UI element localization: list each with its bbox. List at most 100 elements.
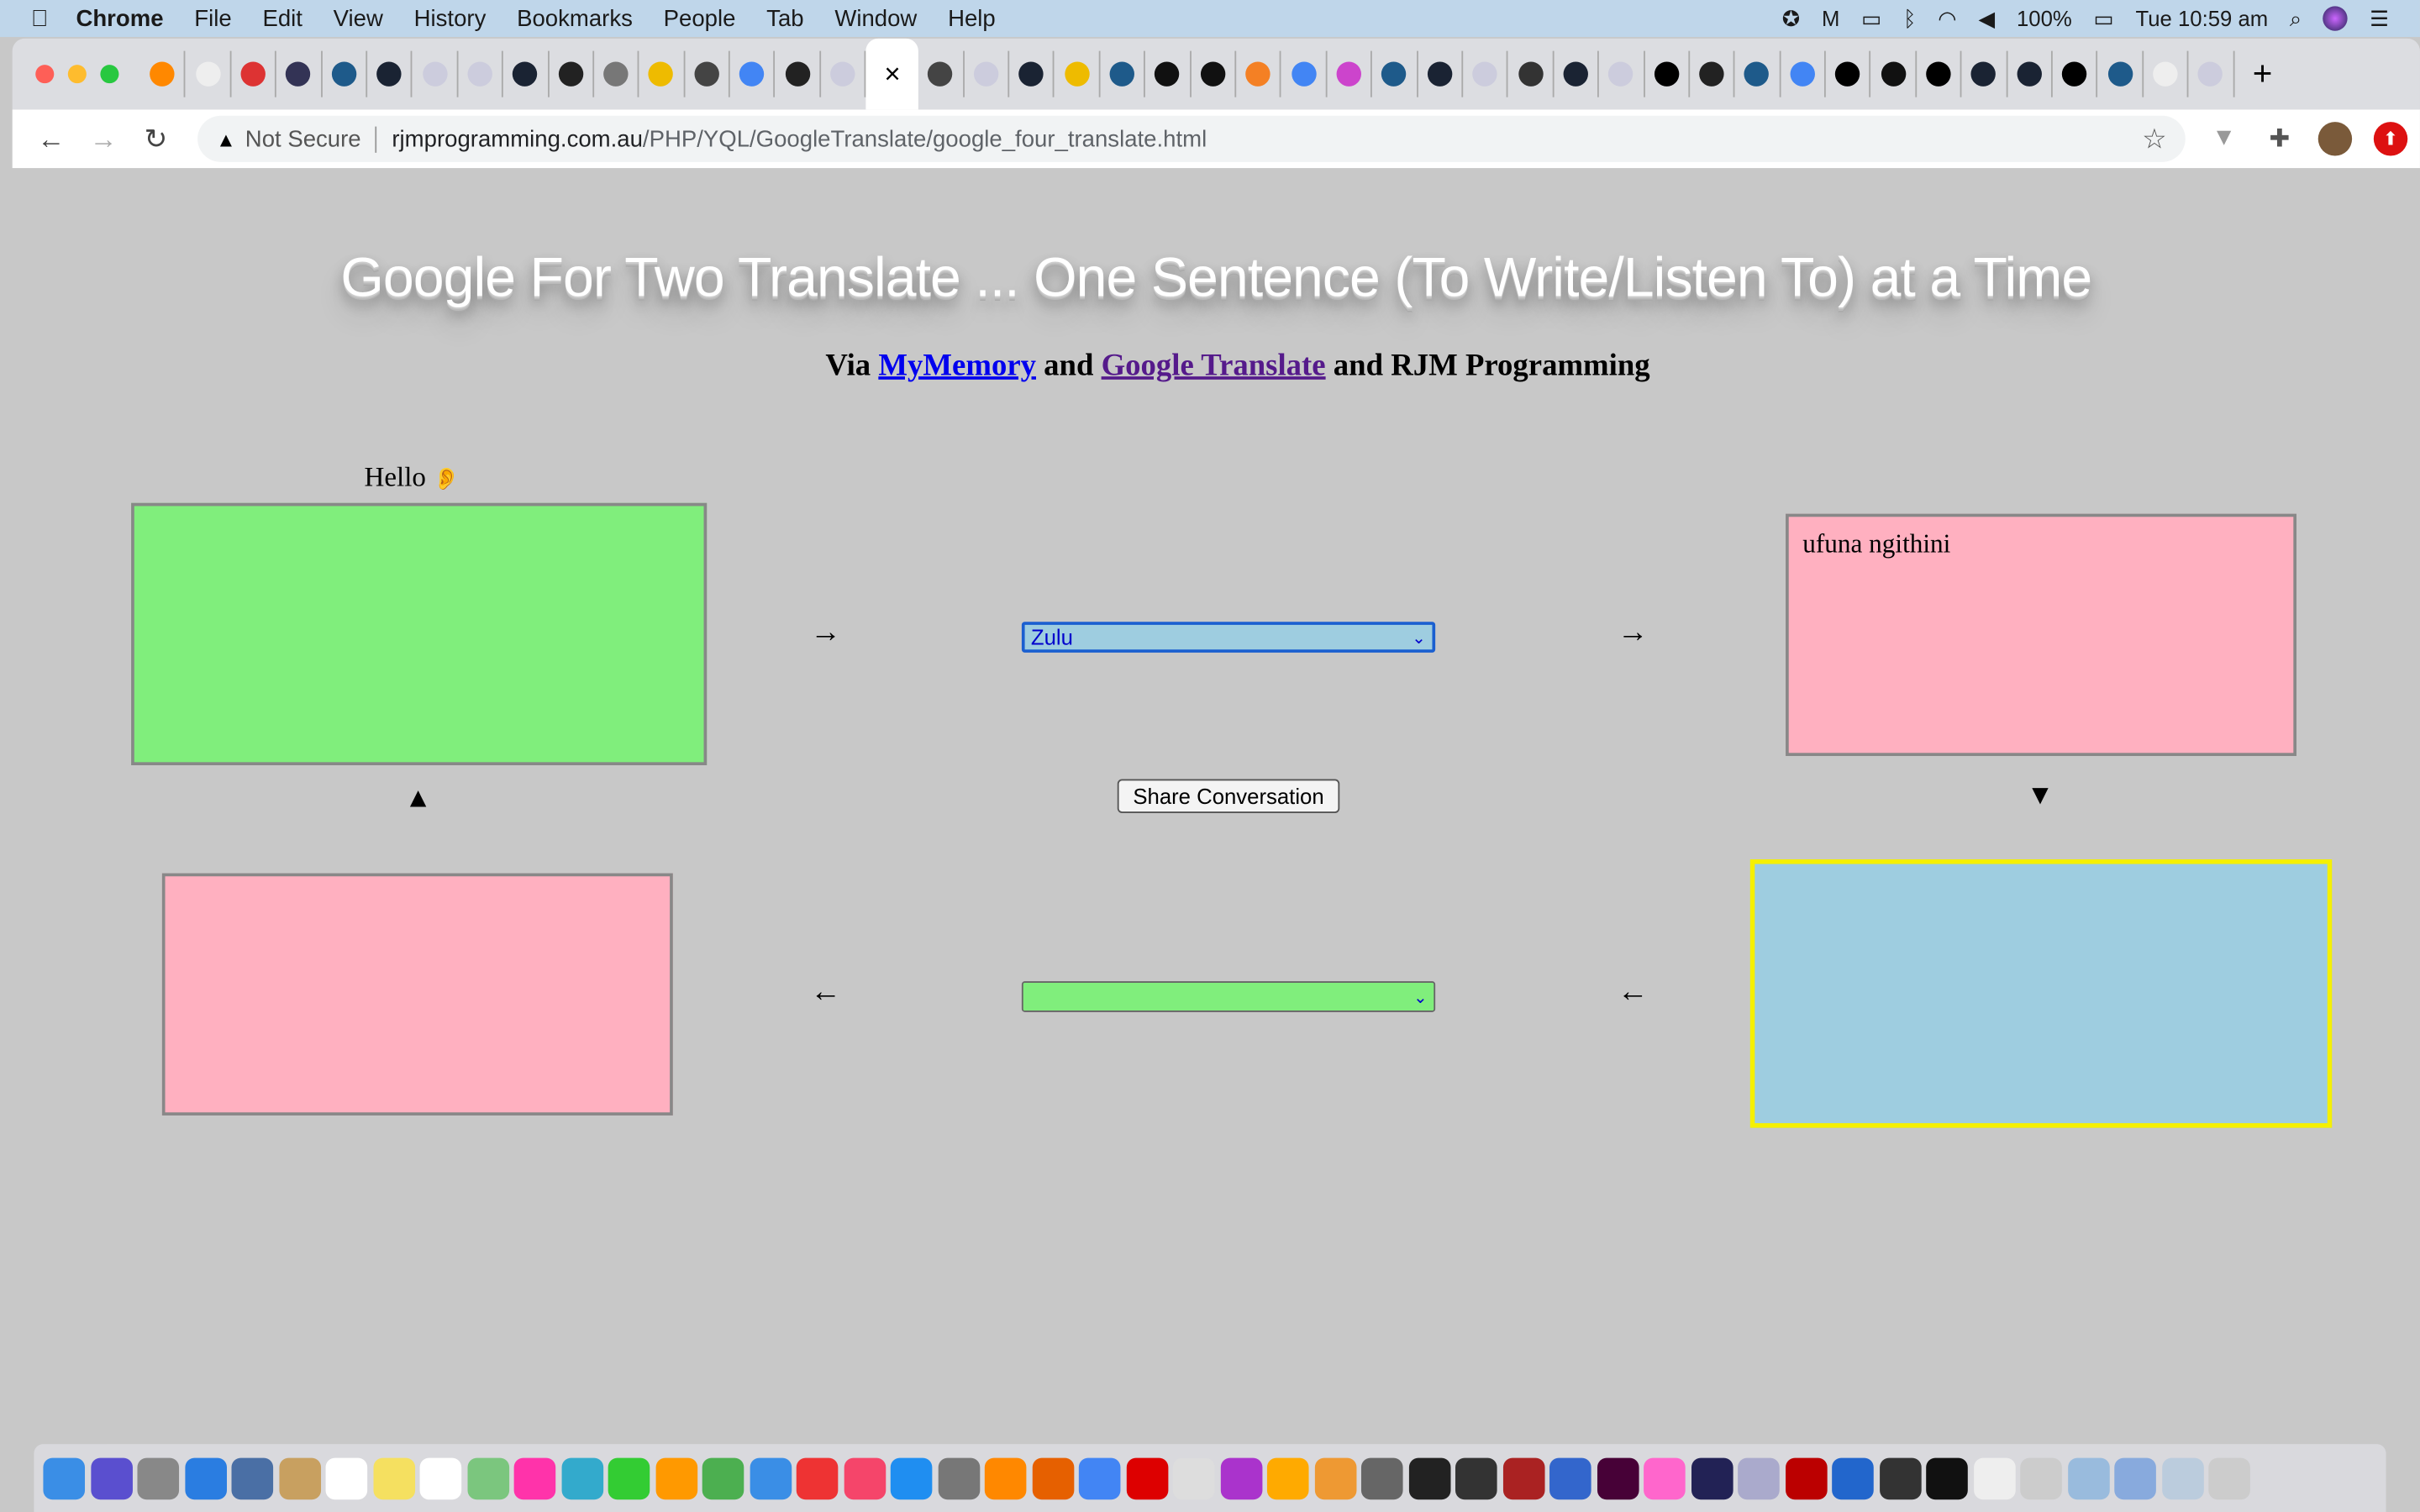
tab-chart-icon[interactable] [413,50,459,97]
menu-tab[interactable]: Tab [766,5,803,31]
close-window-button[interactable] [35,65,55,84]
dock-keynote-icon[interactable] [749,1457,792,1499]
dock-trash-icon[interactable] [2208,1457,2250,1499]
input-textarea-top-left[interactable] [131,502,708,766]
zoom-window-button[interactable] [100,65,119,84]
profile-avatar[interactable] [2317,122,2353,156]
language-select-bottom[interactable]: ⌄ [1021,981,1436,1012]
dock-filezilla-like-icon[interactable] [1266,1457,1309,1499]
dock-phpstorm-icon[interactable] [1219,1457,1262,1499]
dock-music-icon[interactable] [843,1457,886,1499]
tab-s-icon[interactable] [1145,50,1192,97]
tab-chart-icon[interactable] [1599,50,1645,97]
tab-google-icon[interactable] [1781,50,1826,97]
menu-window[interactable]: Window [834,5,917,31]
address-bar[interactable]: ▲ Not Secure rjmprogramming.com.au/PHP/Y… [197,115,2186,162]
dock-calendar-icon[interactable] [325,1457,368,1499]
tab-amazon-icon[interactable] [503,50,549,97]
tab-s-icon[interactable] [1871,50,1917,97]
tab-abc-icon[interactable] [2053,50,2098,97]
back-button[interactable]: ← [24,123,76,155]
tab-chart-icon[interactable] [458,50,503,97]
tab-braces-icon[interactable] [549,50,594,97]
avast-icon[interactable]: ✪ [1782,5,1801,31]
apple-icon[interactable]:  [31,5,49,31]
vue-extension-icon[interactable]: ▼ [2207,122,2240,155]
dock-safari-icon[interactable] [184,1457,227,1499]
tab-blue-dot-icon[interactable] [1100,50,1146,97]
menu-bookmarks[interactable]: Bookmarks [517,5,633,31]
dock-photos-icon[interactable] [513,1457,556,1499]
warning-icon[interactable]: ▲ [216,128,236,151]
tab-s-icon[interactable] [1191,50,1237,97]
tab-blue-dot-icon[interactable] [1735,50,1781,97]
tab-braces-icon[interactable] [1690,50,1735,97]
dock-opera-icon[interactable] [1125,1457,1168,1499]
tab-cp-icon[interactable] [140,50,187,97]
dock-terminal-icon[interactable] [1407,1457,1450,1499]
dock-app-icon[interactable] [2020,1457,2062,1499]
dock-appstore-icon[interactable] [890,1457,933,1499]
tab-translate-icon[interactable] [1281,50,1328,97]
dock-downloads-icon[interactable] [2114,1457,2156,1499]
airplay-icon[interactable]: ▭ [1861,5,1881,31]
clock[interactable]: Tue 10:59 am [2135,6,2268,30]
translation-textarea-top-right[interactable]: ufuna ngithini [1786,513,2297,756]
dock-facetime-icon[interactable] [608,1457,650,1499]
tab-blue-dot-icon[interactable] [2098,50,2144,97]
forward-button[interactable]: → [77,123,129,155]
dock-maps-icon[interactable] [466,1457,509,1499]
menu-edit[interactable]: Edit [262,5,302,31]
language-select-top[interactable]: Zulu ⌄ [1021,622,1436,653]
menu-file[interactable]: File [194,5,231,31]
dock-stickies-icon[interactable] [372,1457,415,1499]
tab-amazon-icon[interactable] [1418,50,1464,97]
dock-filezilla-icon[interactable] [1785,1457,1827,1499]
dock-f-icon[interactable] [1879,1457,1921,1499]
dock-app-icon[interactable] [1502,1457,1544,1499]
google-translate-link[interactable]: Google Translate [1102,349,1326,382]
tab-chart-icon[interactable] [821,50,866,97]
tab-w-icon[interactable] [276,50,323,97]
dock-terminal2-icon[interactable] [1926,1457,1968,1499]
tab-chart-icon[interactable] [2189,50,2234,97]
tab-globe-icon[interactable] [685,50,730,97]
ear-listen-icon[interactable]: 👂 [433,469,460,492]
dock-chrome-icon[interactable] [1078,1457,1121,1499]
tab-gmail-icon[interactable] [231,50,277,97]
reload-button[interactable]: ↻ [129,123,182,155]
tab-pma-icon[interactable] [2144,50,2189,97]
tab-abc-icon[interactable] [1826,50,1871,97]
tab-amazon-icon[interactable] [367,50,413,97]
dock-docs-icon[interactable] [2161,1457,2203,1499]
tab-blue-dot-icon[interactable] [1372,50,1418,97]
spotlight-icon[interactable]: ⌕ [2290,5,2302,31]
tab-amazon-icon[interactable] [2007,50,2053,97]
dock-app-icon[interactable] [1738,1457,1780,1499]
dock-news-icon[interactable] [796,1457,839,1499]
tab-chart-icon[interactable] [964,50,1010,97]
extensions-puzzle-icon[interactable]: ✚ [2263,122,2296,155]
menu-app[interactable]: Chrome [76,5,163,31]
bluetooth-icon[interactable]: ᛒ [1903,6,1916,30]
dock-settings-icon[interactable] [937,1457,980,1499]
dock-r-icon[interactable] [1549,1457,1591,1499]
menu-help[interactable]: Help [948,5,996,31]
tab-globe-icon[interactable] [918,50,965,97]
battery-icon[interactable]: ▭ [2093,5,2113,31]
dock-notes-icon[interactable] [278,1457,321,1499]
wifi-icon[interactable]: ◠ [1938,5,1956,31]
dock-audacity-icon[interactable] [1832,1457,1874,1499]
dock-siri-icon[interactable] [90,1457,133,1499]
dock-xd-icon[interactable] [1597,1457,1639,1499]
tab-stack-icon[interactable] [1236,50,1282,97]
tab-amazon-icon[interactable] [1554,50,1600,97]
malwarebytes-icon[interactable]: M [1822,6,1839,30]
tab-chart-icon[interactable] [1463,50,1509,97]
tab-active-close-icon[interactable]: × [865,38,919,110]
dock-app-icon[interactable] [1644,1457,1686,1499]
dock-finder-icon[interactable] [43,1457,86,1499]
dock-app-icon[interactable] [1360,1457,1403,1499]
dock-pages-icon[interactable] [655,1457,697,1499]
tab-slash-icon[interactable] [1508,50,1555,97]
